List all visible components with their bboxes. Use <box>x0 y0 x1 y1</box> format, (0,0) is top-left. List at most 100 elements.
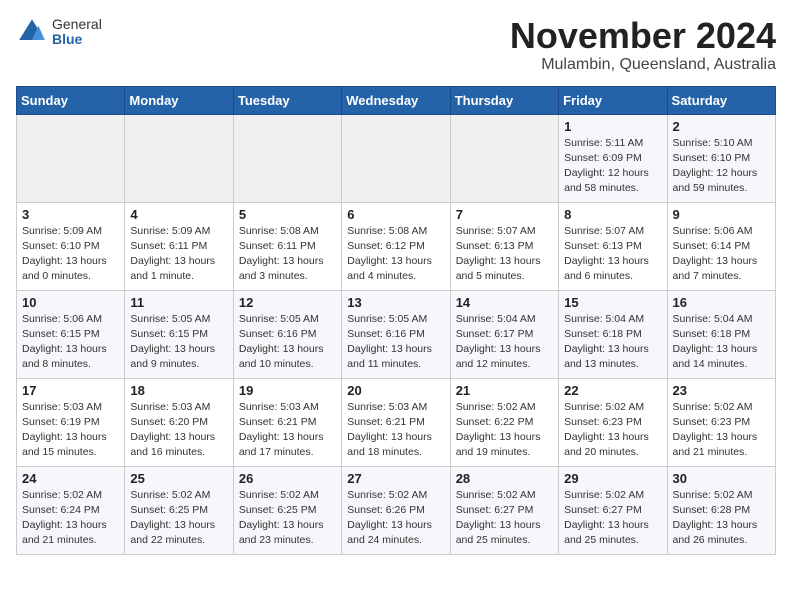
day-number: 13 <box>347 295 444 310</box>
calendar-cell: 28 Sunrise: 5:02 AMSunset: 6:27 PMDayligh… <box>450 466 558 554</box>
day-number: 10 <box>22 295 119 310</box>
day-number: 29 <box>564 471 661 486</box>
calendar-table: SundayMondayTuesdayWednesdayThursdayFrid… <box>16 86 776 555</box>
day-info: Sunrise: 5:02 AMSunset: 6:23 PMDaylight:… <box>673 400 770 461</box>
day-info: Sunrise: 5:08 AMSunset: 6:11 PMDaylight:… <box>239 224 336 285</box>
calendar-cell: 30Sunrise: 5:02 AMSunset: 6:28 PMDayligh… <box>667 466 775 554</box>
day-info: Sunrise: 5:02 AMSunset: 6:25 PMDaylight:… <box>130 488 227 549</box>
day-info: Sunrise: 5:05 AMSunset: 6:15 PMDaylight:… <box>130 312 227 373</box>
calendar-cell: 4Sunrise: 5:09 AMSunset: 6:11 PMDaylight… <box>125 202 233 290</box>
calendar-cell: 21 Sunrise: 5:02 AMSunset: 6:22 PMDayligh… <box>450 378 558 466</box>
calendar-cell: 10 Sunrise: 5:06 AMSunset: 6:15 PMDayligh… <box>17 290 125 378</box>
calendar-cell: 8Sunrise: 5:07 AMSunset: 6:13 PMDaylight… <box>559 202 667 290</box>
day-info: Sunrise: 5:02 AMSunset: 6:28 PMDaylight:… <box>673 488 770 549</box>
day-info: Sunrise: 5:06 AMSunset: 6:15 PMDaylight:… <box>22 312 119 373</box>
day-number: 22 <box>564 383 661 398</box>
day-info: Sunrise: 5:10 AMSunset: 6:10 PMDaylight:… <box>673 136 770 197</box>
day-number: 26 <box>239 471 336 486</box>
calendar-cell: 5 Sunrise: 5:08 AMSunset: 6:11 PMDaylight… <box>233 202 341 290</box>
day-number: 4 <box>130 207 227 222</box>
calendar-cell: 9 Sunrise: 5:06 AMSunset: 6:14 PMDaylight… <box>667 202 775 290</box>
day-info: Sunrise: 5:02 AMSunset: 6:27 PMDaylight:… <box>456 488 553 549</box>
calendar-cell: 2 Sunrise: 5:10 AMSunset: 6:10 PMDaylight… <box>667 114 775 202</box>
day-info: Sunrise: 5:05 AMSunset: 6:16 PMDaylight:… <box>347 312 444 373</box>
calendar-cell <box>233 114 341 202</box>
calendar-cell: 15Sunrise: 5:04 AMSunset: 6:18 PMDayligh… <box>559 290 667 378</box>
logo-general-text: General <box>52 17 102 32</box>
day-number: 3 <box>22 207 119 222</box>
header-row: SundayMondayTuesdayWednesdayThursdayFrid… <box>17 86 776 114</box>
day-info: Sunrise: 5:05 AMSunset: 6:16 PMDaylight:… <box>239 312 336 373</box>
page-header: General Blue November 2024 Mulambin, Que… <box>16 16 776 74</box>
calendar-body: 1 Sunrise: 5:11 AMSunset: 6:09 PMDaylight… <box>17 114 776 554</box>
calendar-cell <box>450 114 558 202</box>
calendar-cell: 6 Sunrise: 5:08 AMSunset: 6:12 PMDaylight… <box>342 202 450 290</box>
logo-text: General Blue <box>52 17 102 48</box>
calendar-cell: 18Sunrise: 5:03 AMSunset: 6:20 PMDayligh… <box>125 378 233 466</box>
calendar-header: SundayMondayTuesdayWednesdayThursdayFrid… <box>17 86 776 114</box>
day-info: Sunrise: 5:11 AMSunset: 6:09 PMDaylight:… <box>564 136 661 197</box>
calendar-cell: 26 Sunrise: 5:02 AMSunset: 6:25 PMDayligh… <box>233 466 341 554</box>
day-info: Sunrise: 5:03 AMSunset: 6:19 PMDaylight:… <box>22 400 119 461</box>
day-info: Sunrise: 5:02 AMSunset: 6:27 PMDaylight:… <box>564 488 661 549</box>
day-info: Sunrise: 5:02 AMSunset: 6:25 PMDaylight:… <box>239 488 336 549</box>
calendar-cell <box>17 114 125 202</box>
day-number: 21 <box>456 383 553 398</box>
header-day-wednesday: Wednesday <box>342 86 450 114</box>
logo-icon <box>16 16 48 48</box>
day-number: 16 <box>673 295 770 310</box>
calendar-cell: 25 Sunrise: 5:02 AMSunset: 6:25 PMDayligh… <box>125 466 233 554</box>
day-number: 11 <box>130 295 227 310</box>
day-number: 9 <box>673 207 770 222</box>
calendar-cell: 12 Sunrise: 5:05 AMSunset: 6:16 PMDayligh… <box>233 290 341 378</box>
header-day-sunday: Sunday <box>17 86 125 114</box>
day-number: 18 <box>130 383 227 398</box>
calendar-cell: 3 Sunrise: 5:09 AMSunset: 6:10 PMDaylight… <box>17 202 125 290</box>
day-info: Sunrise: 5:06 AMSunset: 6:14 PMDaylight:… <box>673 224 770 285</box>
day-number: 12 <box>239 295 336 310</box>
day-info: Sunrise: 5:07 AMSunset: 6:13 PMDaylight:… <box>564 224 661 285</box>
week-row-4: 17 Sunrise: 5:03 AMSunset: 6:19 PMDayligh… <box>17 378 776 466</box>
day-number: 27 <box>347 471 444 486</box>
day-number: 6 <box>347 207 444 222</box>
day-number: 28 <box>456 471 553 486</box>
calendar-cell: 27 Sunrise: 5:02 AMSunset: 6:26 PMDayligh… <box>342 466 450 554</box>
day-info: Sunrise: 5:08 AMSunset: 6:12 PMDaylight:… <box>347 224 444 285</box>
day-number: 24 <box>22 471 119 486</box>
calendar-cell: 7Sunrise: 5:07 AMSunset: 6:13 PMDaylight… <box>450 202 558 290</box>
day-number: 15 <box>564 295 661 310</box>
day-info: Sunrise: 5:02 AMSunset: 6:22 PMDaylight:… <box>456 400 553 461</box>
calendar-cell <box>125 114 233 202</box>
calendar-cell: 20 Sunrise: 5:03 AMSunset: 6:21 PMDayligh… <box>342 378 450 466</box>
day-number: 25 <box>130 471 227 486</box>
calendar-cell: 19Sunrise: 5:03 AMSunset: 6:21 PMDayligh… <box>233 378 341 466</box>
day-number: 1 <box>564 119 661 134</box>
month-title: November 2024 <box>510 16 776 56</box>
day-number: 20 <box>347 383 444 398</box>
day-info: Sunrise: 5:03 AMSunset: 6:21 PMDaylight:… <box>347 400 444 461</box>
week-row-3: 10 Sunrise: 5:06 AMSunset: 6:15 PMDayligh… <box>17 290 776 378</box>
day-info: Sunrise: 5:04 AMSunset: 6:17 PMDaylight:… <box>456 312 553 373</box>
day-info: Sunrise: 5:02 AMSunset: 6:23 PMDaylight:… <box>564 400 661 461</box>
calendar-cell: 14Sunrise: 5:04 AMSunset: 6:17 PMDayligh… <box>450 290 558 378</box>
header-day-thursday: Thursday <box>450 86 558 114</box>
day-number: 17 <box>22 383 119 398</box>
title-block: November 2024 Mulambin, Queensland, Aust… <box>510 16 776 74</box>
calendar-cell: 16 Sunrise: 5:04 AMSunset: 6:18 PMDayligh… <box>667 290 775 378</box>
day-info: Sunrise: 5:09 AMSunset: 6:10 PMDaylight:… <box>22 224 119 285</box>
day-number: 2 <box>673 119 770 134</box>
week-row-2: 3 Sunrise: 5:09 AMSunset: 6:10 PMDaylight… <box>17 202 776 290</box>
logo: General Blue <box>16 16 102 48</box>
calendar-cell: 29 Sunrise: 5:02 AMSunset: 6:27 PMDayligh… <box>559 466 667 554</box>
day-info: Sunrise: 5:04 AMSunset: 6:18 PMDaylight:… <box>673 312 770 373</box>
calendar-cell: 22 Sunrise: 5:02 AMSunset: 6:23 PMDayligh… <box>559 378 667 466</box>
calendar-cell: 23Sunrise: 5:02 AMSunset: 6:23 PMDayligh… <box>667 378 775 466</box>
week-row-5: 24Sunrise: 5:02 AMSunset: 6:24 PMDayligh… <box>17 466 776 554</box>
header-day-friday: Friday <box>559 86 667 114</box>
header-day-saturday: Saturday <box>667 86 775 114</box>
calendar-cell: 24Sunrise: 5:02 AMSunset: 6:24 PMDayligh… <box>17 466 125 554</box>
calendar-cell <box>342 114 450 202</box>
location: Mulambin, Queensland, Australia <box>510 56 776 74</box>
day-number: 5 <box>239 207 336 222</box>
day-info: Sunrise: 5:02 AMSunset: 6:26 PMDaylight:… <box>347 488 444 549</box>
